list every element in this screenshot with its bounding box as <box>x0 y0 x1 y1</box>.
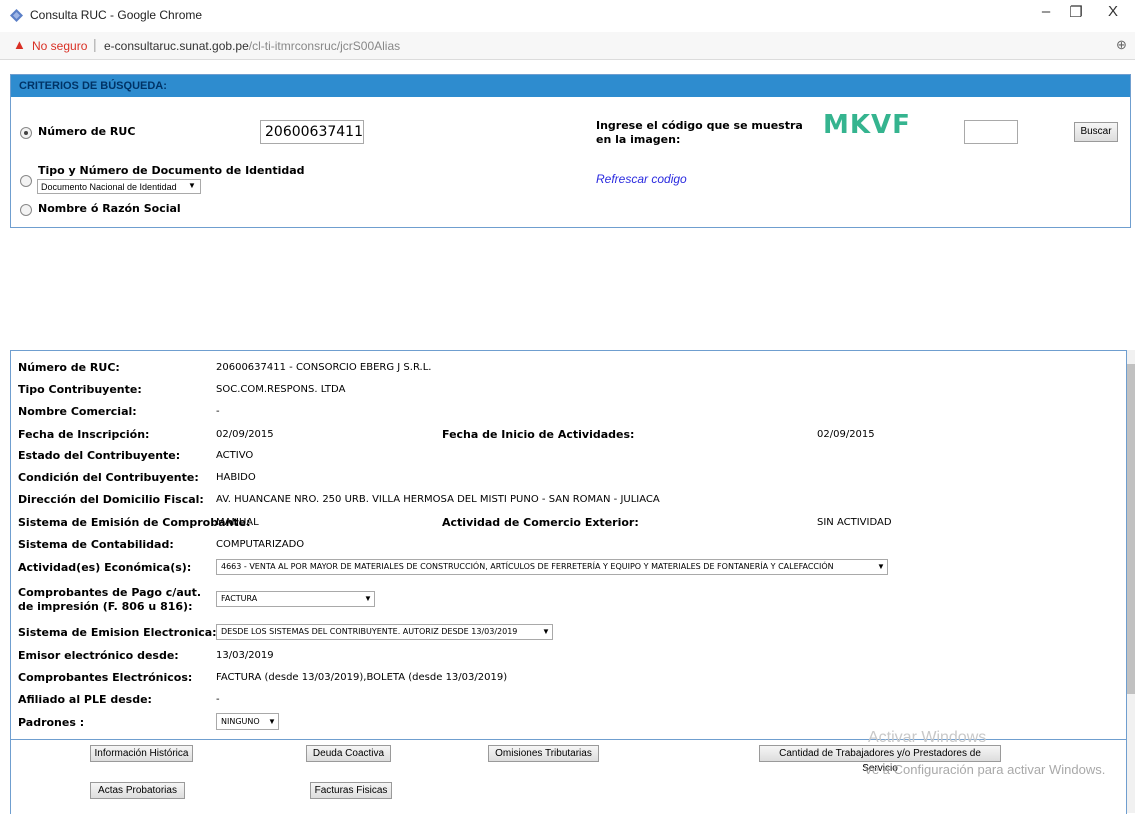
app-diamond-icon <box>10 9 23 22</box>
label-afiliado-ple: Afiliado al PLE desde: <box>18 693 152 706</box>
restore-button[interactable]: ❐ <box>1061 3 1091 21</box>
ruc-input[interactable]: 20600637411 <box>260 120 364 144</box>
value-comprobantes-electronicos: FACTURA (desde 13/03/2019),BOLETA (desde… <box>216 672 508 683</box>
label-ruc: Número de RUC: <box>18 361 120 374</box>
actividades-select-value: 4663 - VENTA AL POR MAYOR DE MATERIALES … <box>221 562 834 571</box>
label-tipo-contribuyente: Tipo Contribuyente: <box>18 383 142 396</box>
zoom-icon[interactable]: ⊕ <box>1116 37 1127 53</box>
ruc-label: Número de RUC <box>38 125 136 138</box>
document-type-value: Documento Nacional de Identidad <box>41 182 177 192</box>
label-emisor-desde: Emisor electrónico desde: <box>18 649 179 662</box>
value-emisor-desde: 13/03/2019 <box>216 650 274 661</box>
cantidad-trabajadores-button[interactable]: Cantidad de Trabajadores y/o Prestadores… <box>759 745 1001 774</box>
label-direccion: Dirección del Domicilio Fiscal: <box>18 493 204 506</box>
informacion-historica-button[interactable]: Información Histórica <box>90 745 193 762</box>
emision-electronica-value: DESDE LOS SISTEMAS DEL CONTRIBUYENTE. AU… <box>221 627 518 636</box>
actividades-select[interactable]: 4663 - VENTA AL POR MAYOR DE MATERIALES … <box>216 559 888 575</box>
document-type-select[interactable]: Documento Nacional de Identidad ▼ <box>37 179 201 194</box>
scrollbar-thumb[interactable] <box>1127 364 1135 694</box>
ruc-radio[interactable] <box>20 127 32 139</box>
label-comercio-exterior: Actividad de Comercio Exterior: <box>442 516 639 529</box>
captcha-input[interactable] <box>964 120 1018 144</box>
search-criteria-header: CRITERIOS DE BÚSQUEDA: <box>11 75 1130 97</box>
address-bar[interactable]: ▲ No seguro | e-consultaruc.sunat.gob.pe… <box>0 32 1135 60</box>
comprobantes-pago-value: FACTURA <box>221 594 258 603</box>
label-contabilidad: Sistema de Contabilidad: <box>18 538 174 551</box>
value-contabilidad: COMPUTARIZADO <box>216 539 305 550</box>
chevron-down-icon: ▼ <box>364 594 372 603</box>
activation-watermark-text: Ve a Configuración para activar Windows. <box>864 762 1106 777</box>
page-scrollbar[interactable] <box>1127 350 1135 813</box>
label-comprobantes-electronicos: Comprobantes Electrónicos: <box>18 671 193 684</box>
padrones-select[interactable]: NINGUNO ▼ <box>216 713 279 730</box>
value-direccion: AV. HUANCANE NRO. 250 URB. VILLA HERMOSA… <box>216 494 660 505</box>
refresh-code-link[interactable]: Refrescar codigo <box>596 172 687 186</box>
url-text[interactable]: e-consultaruc.sunat.gob.pe/cl-ti-itmrcon… <box>104 39 400 53</box>
url-separator: | <box>93 36 97 52</box>
value-afiliado-ple: - <box>216 694 220 705</box>
warning-icon[interactable]: ▲ <box>13 37 26 52</box>
padrones-select-value: NINGUNO <box>221 717 260 726</box>
value-nombre-comercial: - <box>216 406 220 417</box>
omisiones-tributarias-button[interactable]: Omisiones Tributarias <box>488 745 599 762</box>
value-fecha-inscripcion: 02/09/2015 <box>216 429 274 440</box>
window-title: Consulta RUC - Google Chrome <box>30 8 203 22</box>
document-radio[interactable] <box>20 175 32 187</box>
deuda-coactiva-button[interactable]: Deuda Coactiva <box>306 745 391 762</box>
search-criteria-title: CRITERIOS DE BÚSQUEDA: <box>19 80 167 92</box>
search-button[interactable]: Buscar <box>1074 122 1118 142</box>
activation-watermark-title: Activar Windows <box>868 729 987 746</box>
document-label: Tipo y Número de Documento de Identidad <box>38 164 305 177</box>
label-emision-electronica: Sistema de Emision Electronica: <box>18 626 217 639</box>
name-label: Nombre ó Razón Social <box>38 202 181 215</box>
label-estado: Estado del Contribuyente: <box>18 449 181 462</box>
chevron-down-icon: ▼ <box>188 181 196 190</box>
value-comercio-exterior: SIN ACTIVIDAD <box>817 517 892 528</box>
label-nombre-comercial: Nombre Comercial: <box>18 405 137 418</box>
chevron-down-icon: ▼ <box>268 717 276 726</box>
label-fecha-inicio: Fecha de Inicio de Actividades: <box>442 428 635 441</box>
value-estado: ACTIVO <box>216 450 254 461</box>
label-padrones: Padrones : <box>18 716 85 729</box>
name-radio[interactable] <box>20 204 32 216</box>
emision-electronica-select[interactable]: DESDE LOS SISTEMAS DEL CONTRIBUYENTE. AU… <box>216 624 553 640</box>
comprobantes-pago-select[interactable]: FACTURA ▼ <box>216 591 375 607</box>
actas-probatorias-button[interactable]: Actas Probatorias <box>90 782 185 799</box>
value-fecha-inicio: 02/09/2015 <box>817 429 875 440</box>
label-comprobantes-pago: Comprobantes de Pago c/aut. de impresión… <box>18 586 202 613</box>
not-secure-label[interactable]: No seguro <box>32 39 87 53</box>
captcha-image: MKVF <box>823 110 911 140</box>
ruc-input-value: 20600637411 <box>265 124 363 140</box>
value-ruc: 20600637411 - CONSORCIO EBERG J S.R.L. <box>216 362 432 373</box>
window-title-bar: Consulta RUC - Google Chrome – ❐ X <box>0 0 1135 33</box>
chevron-down-icon: ▼ <box>877 562 885 571</box>
search-criteria-panel: CRITERIOS DE BÚSQUEDA: Número de RUC 206… <box>10 74 1131 228</box>
url-host: e-consultaruc.sunat.gob.pe <box>104 39 249 53</box>
value-condicion: HABIDO <box>216 472 256 483</box>
chevron-down-icon: ▼ <box>542 627 550 636</box>
label-fecha-inscripcion: Fecha de Inscripción: <box>18 428 150 441</box>
captcha-prompt: Ingrese el código que se muestra en la i… <box>596 119 803 146</box>
label-actividades: Actividad(es) Económica(s): <box>18 561 192 574</box>
value-tipo-contribuyente: SOC.COM.RESPONS. LTDA <box>216 384 346 395</box>
minimize-button[interactable]: – <box>1031 3 1061 20</box>
close-window-button[interactable]: X <box>1098 3 1128 20</box>
url-path: /cl-ti-itmrconsruc/jcrS00Alias <box>248 39 401 53</box>
value-sistema-emision: MANUAL <box>216 517 259 528</box>
facturas-fisicas-button[interactable]: Facturas Fisicas <box>310 782 392 799</box>
label-condicion: Condición del Contribuyente: <box>18 471 199 484</box>
